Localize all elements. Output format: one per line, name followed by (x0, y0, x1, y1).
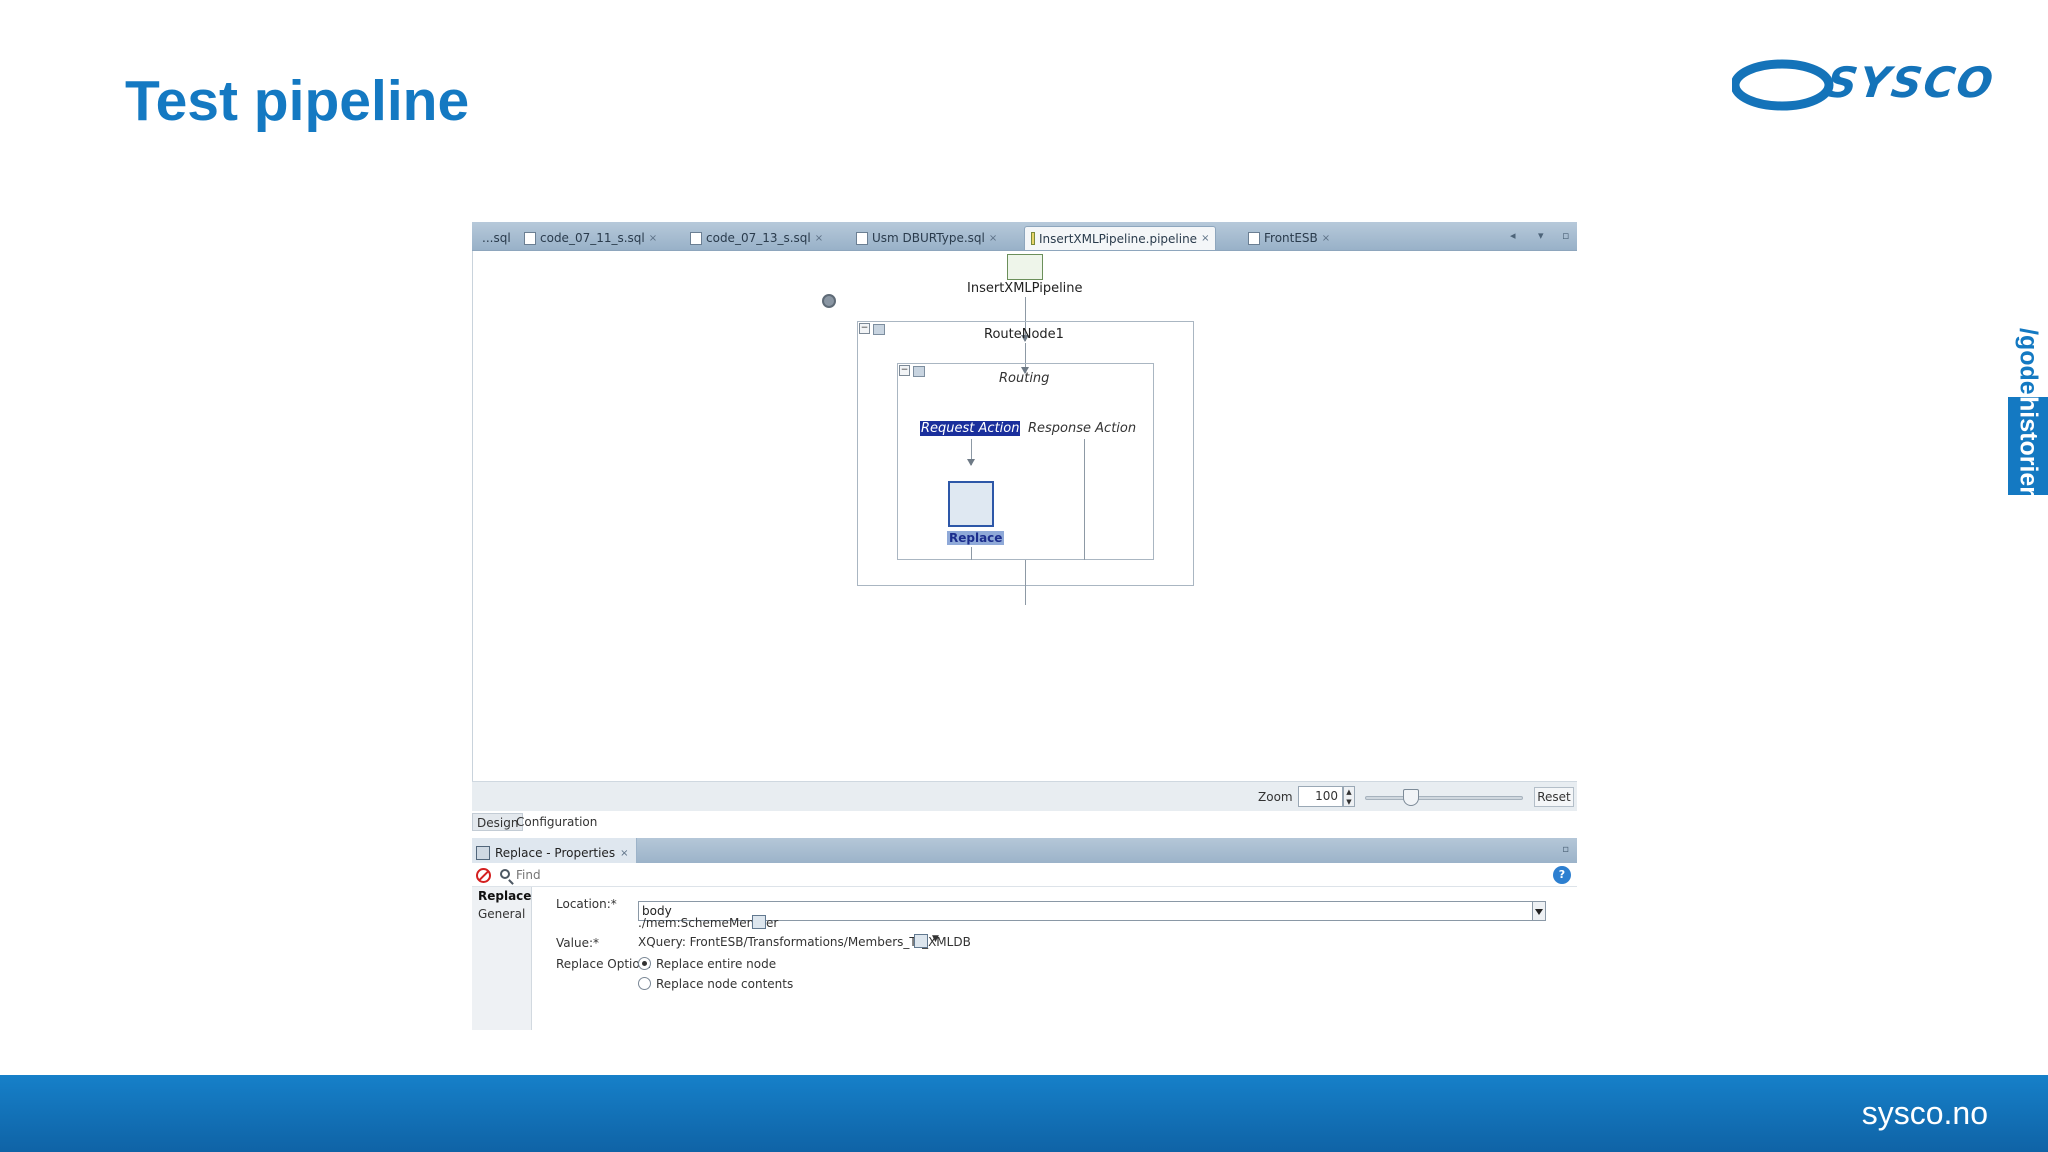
routing-box[interactable] (897, 363, 1154, 560)
response-action-label[interactable]: Response Action (1028, 421, 1136, 436)
response-lane-line (1084, 439, 1085, 560)
routing-label: Routing (999, 371, 1050, 386)
side-tab-line2: historier (2014, 395, 2043, 497)
collapse-icon[interactable]: − (899, 365, 910, 376)
tab-insertxmlpipeline[interactable]: InsertXMLPipeline.pipeline × (1024, 226, 1217, 250)
route-node-label: RouteNode1 (984, 327, 1064, 342)
tab-label: code_07_11_s.sql (540, 231, 645, 245)
zoom-slider-track[interactable] (1365, 796, 1523, 800)
tab-label: Usm DBURType.sql (872, 231, 985, 245)
zoom-bar: Zoom 100 ▲ ▼ Reset (472, 781, 1577, 811)
pipeline-file-icon (1031, 232, 1035, 245)
tab-list-icon[interactable]: ◂ (1510, 229, 1516, 242)
location-dropdown-icon[interactable] (1532, 901, 1546, 921)
editor-view-tabs: Design Configuration (472, 811, 1577, 833)
radio-label-entire-node: Replace entire node (656, 957, 777, 971)
stop-icon[interactable] (476, 868, 491, 883)
pipeline-marker-icon[interactable] (822, 294, 836, 308)
radio-replace-node-contents[interactable] (638, 977, 651, 990)
nav-general[interactable]: General (478, 907, 525, 921)
arrow-down-icon (967, 459, 975, 466)
connector-line (1025, 560, 1026, 605)
value-label: Value:* (556, 936, 599, 950)
sql-file-icon (690, 231, 702, 245)
close-icon[interactable]: × (815, 233, 823, 244)
connector-line (971, 547, 972, 560)
footer-bar: sysco.no (0, 1075, 2048, 1152)
request-action-label[interactable]: Request Action (920, 421, 1021, 436)
replace-action-icon[interactable] (948, 481, 994, 527)
tab-code-07-11[interactable]: code_07_11_s.sql × (518, 226, 663, 250)
edit-location-icon[interactable] (752, 915, 766, 929)
nav-replace[interactable]: Replace (478, 889, 531, 903)
radio-replace-entire-node[interactable] (638, 957, 651, 970)
tab-frontesb[interactable]: FrontESB × (1242, 226, 1336, 250)
tab-configuration[interactable]: Configuration (512, 813, 601, 831)
editor-tab-bar: ...sql code_07_11_s.sql × code_07_13_s.sq… (472, 222, 1577, 251)
pipeline-start-label: InsertXMLPipeline (967, 281, 1083, 296)
help-icon[interactable]: ? (1553, 866, 1571, 884)
logo-text: SYSCO (1823, 58, 1998, 107)
tab-code-07-13[interactable]: code_07_13_s.sql × (684, 226, 829, 250)
close-icon[interactable]: × (620, 848, 628, 859)
gode-historier-tab[interactable]: /gode historier (2008, 325, 2048, 497)
close-icon[interactable]: × (989, 233, 997, 244)
close-icon[interactable]: × (1322, 233, 1330, 244)
radio-label-node-contents: Replace node contents (656, 977, 794, 991)
tab-label: InsertXMLPipeline.pipeline (1039, 231, 1198, 246)
maximize-icon[interactable]: ▫ (1562, 229, 1569, 242)
routing-icon (913, 366, 925, 377)
find-bar: ? (472, 863, 1577, 887)
sysco-logo: SYSCO (1732, 56, 1998, 114)
properties-nav: Replace General (472, 887, 532, 1030)
zoom-slider-thumb[interactable] (1403, 789, 1419, 806)
pipeline-canvas[interactable]: InsertXMLPipeline − RouteNode1 − Routing… (472, 251, 1577, 781)
tab-sql[interactable]: ...sql (476, 226, 517, 250)
properties-title-bar: Replace - Properties × ▫ (472, 838, 1577, 863)
find-input[interactable] (516, 866, 1016, 884)
project-icon (1248, 231, 1260, 245)
close-icon[interactable]: × (649, 233, 657, 244)
route-node-icon (873, 324, 885, 335)
tab-label: FrontESB (1264, 231, 1318, 245)
footer-url[interactable]: sysco.no (1862, 1095, 1988, 1132)
close-icon[interactable]: × (1201, 233, 1209, 244)
properties-tab[interactable]: Replace - Properties × (472, 838, 638, 863)
sql-file-icon (856, 231, 868, 245)
edit-value-icon[interactable] (914, 934, 928, 948)
slide-title: Test pipeline (125, 69, 470, 133)
search-icon (500, 869, 510, 879)
tab-label: code_07_13_s.sql (706, 231, 811, 245)
chevron-down-icon[interactable]: ▼ (932, 934, 939, 944)
ide-screenshot: ...sql code_07_11_s.sql × code_07_13_s.sq… (472, 222, 1577, 1030)
location-label: Location:* (556, 897, 617, 911)
collapse-icon[interactable]: − (859, 323, 870, 334)
side-tab-line1: /gode (2014, 327, 2043, 395)
sql-file-icon (524, 231, 536, 245)
pipeline-start-icon[interactable] (1007, 254, 1043, 280)
zoom-input[interactable]: 100 (1298, 786, 1343, 807)
tab-menu-icon[interactable]: ▾ (1538, 229, 1544, 242)
properties-title: Replace - Properties (495, 846, 616, 860)
minimize-icon[interactable]: ▫ (1562, 844, 1569, 855)
properties-body: Location:* ./mem:SchemeMember Value:* XQ… (532, 887, 1577, 1030)
zoom-label: Zoom (1258, 790, 1293, 804)
tab-label: ...sql (482, 231, 511, 245)
properties-icon (476, 846, 490, 860)
zoom-reset-button[interactable]: Reset (1534, 787, 1574, 807)
tab-usm-dburtype[interactable]: Usm DBURType.sql × (850, 226, 1003, 250)
zoom-spinner[interactable]: ▲ ▼ (1343, 786, 1355, 807)
replace-action-label[interactable]: Replace (947, 531, 1005, 545)
